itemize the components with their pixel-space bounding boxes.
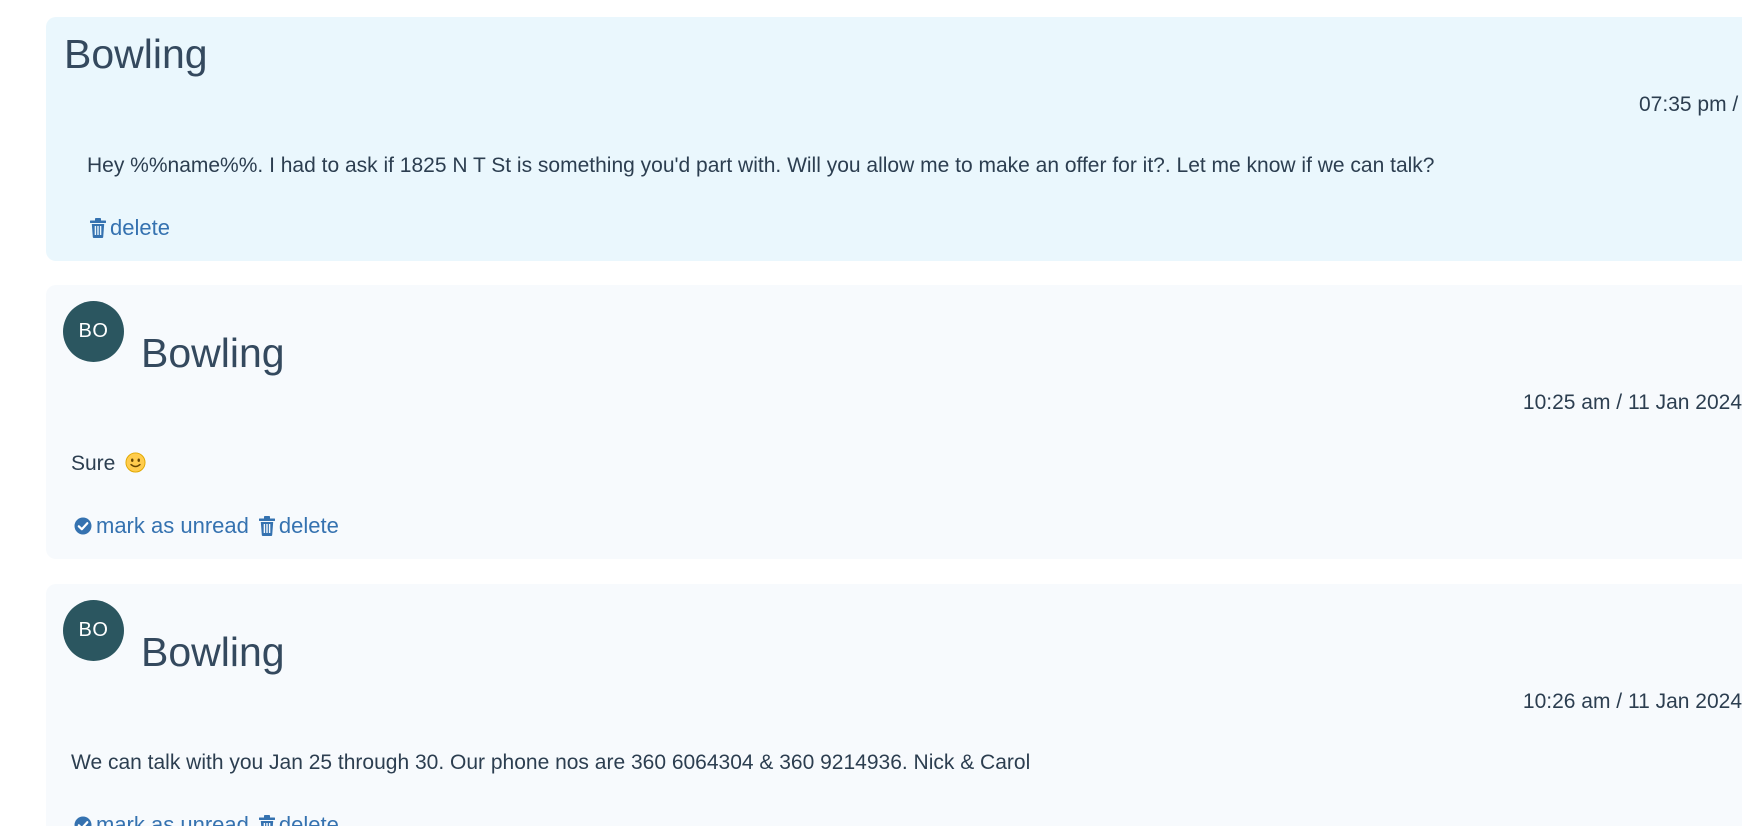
message-actions: delete: [90, 215, 170, 241]
message-actions: mark as unread delete: [74, 513, 339, 539]
message-card-incoming: BO Bowling 10:25 am / 11 Jan 2024 Sure m…: [46, 285, 1742, 559]
delete-button[interactable]: delete: [90, 215, 170, 241]
sender-name: Bowling: [64, 31, 208, 77]
slightly-smiling-face-icon: [125, 452, 146, 473]
mark-as-unread-label: mark as unread: [96, 513, 249, 538]
message-body: We can talk with you Jan 25 through 30. …: [71, 751, 1031, 774]
check-circle-icon: [74, 517, 92, 535]
mark-as-unread-button[interactable]: mark as unread: [74, 812, 249, 826]
message-actions: mark as unread delete: [74, 812, 339, 826]
trash-icon: [90, 218, 106, 238]
mark-as-unread-button[interactable]: mark as unread: [74, 513, 249, 539]
delete-label: delete: [278, 513, 339, 538]
avatar: BO: [63, 301, 124, 362]
avatar: BO: [63, 600, 124, 661]
delete-button[interactable]: delete: [258, 812, 339, 826]
message-timestamp: 10:26 am / 11 Jan 2024: [1522, 690, 1742, 713]
delete-button[interactable]: delete: [258, 513, 339, 539]
message-card-incoming: BO Bowling 10:26 am / 11 Jan 2024 We can…: [46, 584, 1742, 826]
message-timestamp: 07:35 pm /: [1639, 93, 1739, 116]
check-circle-icon: [74, 816, 92, 826]
message-card-outgoing: Bowling 07:35 pm / Hey %%name%%. I had t…: [46, 17, 1742, 261]
delete-label: delete: [110, 215, 170, 240]
trash-icon: [258, 516, 275, 536]
message-body: Sure: [71, 452, 146, 476]
message-body: Hey %%name%%. I had to ask if 1825 N T S…: [87, 154, 1435, 177]
sender-name: Bowling: [141, 330, 285, 376]
message-timestamp: 10:25 am / 11 Jan 2024: [1522, 391, 1742, 414]
trash-icon: [258, 815, 275, 826]
message-thread: Bowling 07:35 pm / Hey %%name%%. I had t…: [0, 0, 1742, 826]
sender-name: Bowling: [141, 629, 285, 675]
mark-as-unread-label: mark as unread: [96, 812, 249, 826]
message-text: Sure: [71, 452, 116, 475]
delete-label: delete: [278, 812, 339, 826]
